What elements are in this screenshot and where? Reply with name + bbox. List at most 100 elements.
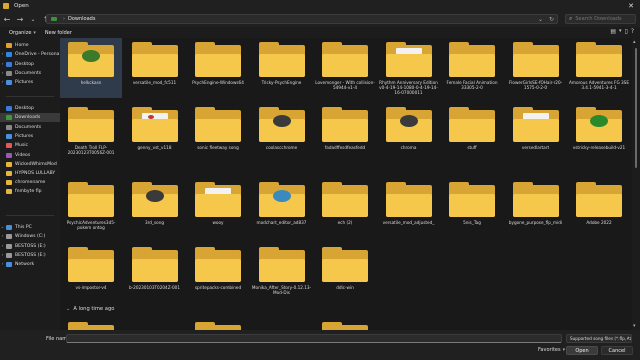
favorites-menu[interactable]: Favorites ▾ — [538, 347, 565, 353]
folder-item[interactable]: ech (2) — [314, 178, 376, 238]
sidebar-item[interactable]: › BESTOSS (E:) — [0, 242, 60, 251]
sidebar-item-label: BESTOSS (E:) — [15, 244, 46, 249]
sidebar-item[interactable]: Desktop — [0, 104, 60, 113]
search-input[interactable] — [575, 16, 632, 22]
sidebar-item[interactable]: Downloads — [0, 113, 60, 122]
chevron-right-icon[interactable]: › — [0, 234, 5, 239]
folder-item[interactable]: bygone_purpose_flp_midi — [505, 178, 567, 238]
view-options-icon[interactable]: ▤ — [610, 28, 616, 35]
folder-item[interactable]: PsychicAdventures3d5-pokem ontog — [60, 178, 122, 238]
folder-item[interactable]: Lovemonger - With collision-54944-v1-4 — [314, 38, 376, 98]
folder-item[interactable]: chroma — [378, 103, 440, 163]
scrollbar-thumb[interactable] — [635, 48, 637, 168]
sidebar-item[interactable]: HYPNOS LULLABY — [0, 169, 60, 178]
folder-item[interactable]: versatile_mod_adjusted_ — [378, 178, 440, 238]
folder-icon — [512, 42, 559, 77]
sidebar-divider — [6, 215, 54, 216]
scroll-down-icon[interactable]: ▾ — [633, 323, 636, 329]
folder-icon — [512, 107, 559, 142]
folder-item[interactable] — [187, 318, 249, 330]
sidebar-item[interactable]: › Documents — [0, 69, 60, 78]
sidebar-item[interactable]: › Desktop — [0, 60, 60, 69]
close-icon[interactable]: ✕ — [624, 0, 638, 11]
folder-item[interactable]: sonic fleetway song — [187, 103, 249, 163]
preview-pane-icon[interactable]: ▯ — [625, 28, 628, 35]
pictures-icon — [6, 80, 12, 85]
folder-item[interactable] — [314, 318, 376, 330]
folder-item[interactable]: fadadffesdfeasfedd — [314, 103, 376, 163]
organize-menu[interactable]: Organize ▾ — [9, 30, 36, 36]
chevron-right-icon[interactable]: › — [0, 62, 5, 67]
file-name-field[interactable] — [66, 334, 562, 343]
forward-arrow-icon[interactable]: → — [14, 13, 26, 25]
file-type-select[interactable]: Supported song files (*.flp, *z ▾ — [566, 334, 632, 343]
file-list: helkckasn versatile_mod_fc511 PsychEngine-… — [60, 38, 632, 330]
folder-item[interactable]: helkckasn — [60, 38, 122, 98]
folder-item[interactable]: Female Facial Animation 33305-2-0 — [441, 38, 503, 98]
address-bar[interactable]: › Downloads ⌄ ↻ — [46, 14, 558, 24]
folder-item[interactable]: stuff — [441, 103, 503, 163]
folder-item[interactable]: Monika_After_Story-0.12.13-Mod-Dis — [251, 243, 313, 303]
group-header-long-time-ago[interactable]: ⌄ A long time ago — [66, 306, 114, 312]
sidebar-item[interactable]: Music — [0, 141, 60, 150]
folder-item[interactable]: genny_vst_v118 — [124, 103, 186, 163]
folder-item[interactable]: PsychEngine-Windows64 — [187, 38, 249, 98]
sidebar-item[interactable]: › Windows (C:) — [0, 232, 60, 241]
scroll-up-icon[interactable]: ▴ — [633, 39, 636, 45]
chevron-down-icon[interactable]: ⌄ — [538, 16, 543, 23]
sidebar-item[interactable]: chromename — [0, 178, 60, 187]
sidebar-item[interactable]: Home — [0, 41, 60, 50]
chevron-right-icon[interactable]: › — [0, 52, 5, 57]
folder-item[interactable]: 5nis_Tag — [441, 178, 503, 238]
back-arrow-icon[interactable]: ← — [1, 13, 13, 25]
chevron-right-icon[interactable]: › — [0, 253, 5, 258]
folder-item[interactable]: 3rd_song — [124, 178, 186, 238]
folder-item[interactable]: versedlartart — [505, 103, 567, 163]
folder-item[interactable]: Amorous Adventures FG 3SE 3.4.1-5941-3-4… — [568, 38, 630, 98]
folder-item[interactable]: modchart_editor_ad837 — [251, 178, 313, 238]
folder-icon — [195, 42, 241, 77]
folder-item[interactable]: Tricky-PsychEngine — [251, 38, 313, 98]
folder-item[interactable]: vstricky-releasebuild-v21 — [568, 103, 630, 163]
vertical-scrollbar[interactable]: ▴ ▾ — [632, 38, 640, 330]
chevron-right-icon[interactable]: › — [0, 80, 5, 85]
cancel-button[interactable]: Cancel — [601, 346, 633, 355]
folder-item[interactable]: vs-impostor-v4 — [60, 243, 122, 303]
help-icon[interactable]: ? — [631, 28, 634, 35]
breadcrumb-downloads[interactable]: Downloads — [68, 16, 95, 22]
folder-item[interactable]: Death Troll FLP-20230123T0056Z-001 — [60, 103, 122, 163]
sidebar-item[interactable]: Videos — [0, 151, 60, 160]
sidebar-item[interactable]: Documents — [0, 123, 60, 132]
folder-item[interactable]: coolascchrome — [251, 103, 313, 163]
sidebar-item[interactable]: ⌄ This PC — [0, 223, 60, 232]
folder-item[interactable]: FlowerGirlsSE-fOHair-r20-1575-0-2-0 — [505, 38, 567, 98]
chevron-right-icon[interactable]: › — [0, 262, 5, 267]
sidebar-item[interactable]: WickedWhimsMod — [0, 160, 60, 169]
folder-item[interactable]: Rhythm Anniversary Edition v0-4-19-14-10… — [378, 38, 440, 98]
chevron-right-icon[interactable]: › — [0, 71, 5, 76]
folder-item[interactable]: ddlc-win — [314, 243, 376, 303]
folder-item[interactable]: spritepacks-combined — [187, 243, 249, 303]
folder-item[interactable]: wooy — [187, 178, 249, 238]
refresh-icon[interactable]: ↻ — [549, 16, 554, 23]
chevron-down-icon[interactable]: ▾ — [619, 28, 622, 35]
new-folder-button[interactable]: New folder — [45, 30, 72, 36]
sidebar-item-label: OneDrive - Persona — [15, 52, 60, 57]
folder-icon — [385, 182, 432, 217]
chevron-right-icon[interactable]: ⌄ — [0, 225, 5, 230]
sidebar-item[interactable]: › BESTOSS (E:) — [0, 251, 60, 260]
folder-item[interactable]: versatile_mod_fc511 — [124, 38, 186, 98]
folder-item[interactable]: b-20230103T0204Z-001 — [124, 243, 186, 303]
sidebar-item[interactable]: › OneDrive - Persona — [0, 50, 60, 59]
folder-item[interactable]: Adobe 2022 — [568, 178, 630, 238]
sidebar-item[interactable]: › Pictures — [0, 78, 60, 87]
sidebar-item[interactable]: fnmbyte flp — [0, 187, 60, 196]
folder-item[interactable] — [60, 318, 122, 330]
search-box[interactable]: ⌕ — [565, 14, 636, 24]
recent-locations-icon[interactable]: ⌄ — [27, 13, 39, 25]
sidebar-item[interactable]: Pictures — [0, 132, 60, 141]
sidebar-item[interactable]: › Network — [0, 260, 60, 269]
file-name: vs-impostor-v4 — [75, 285, 107, 290]
open-button[interactable]: Open — [566, 346, 598, 355]
chevron-right-icon[interactable]: › — [0, 244, 5, 249]
